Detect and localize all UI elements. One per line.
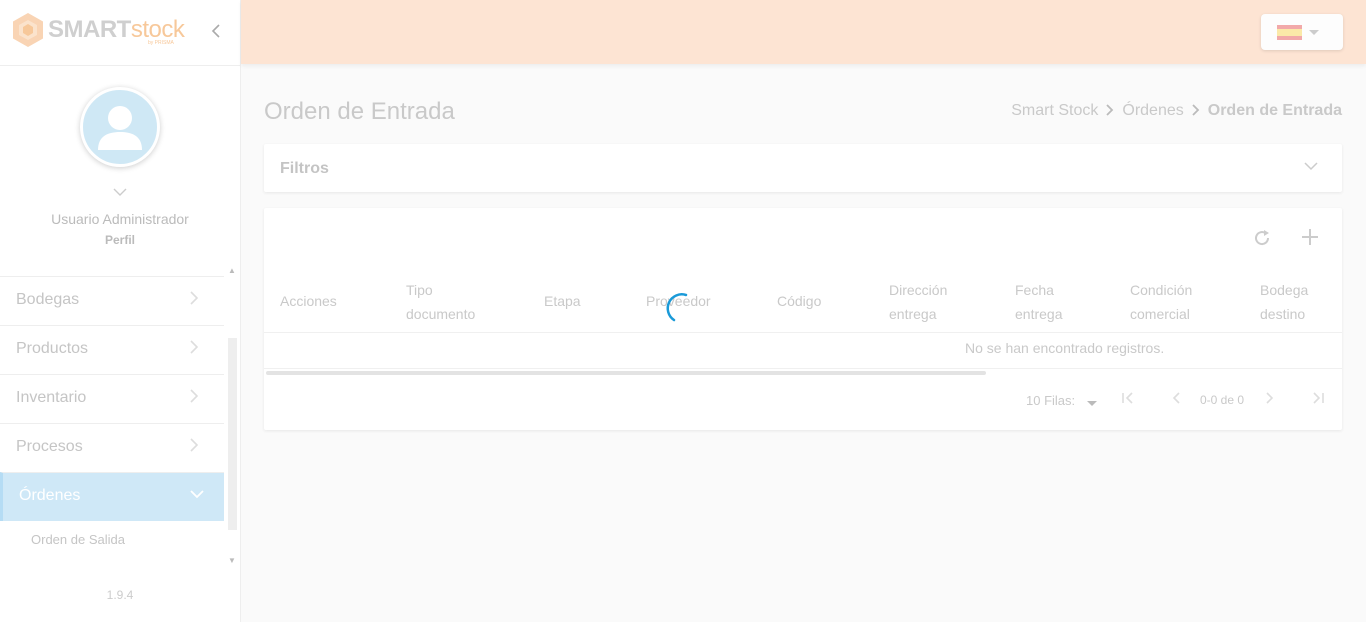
user-profile-link[interactable]: Perfil [0,233,240,247]
column-header-acciones: Acciones [280,289,337,313]
column-header-text: destino [1260,306,1306,322]
sidebar-item-ordenes[interactable]: Órdenes [0,472,224,521]
sidebar-item-label: Órdenes [19,487,81,504]
column-header-direccion-entrega[interactable]: Dirección entrega [889,278,947,326]
refresh-button[interactable] [1250,228,1274,252]
column-header-tipo-documento[interactable]: Tipo documento [406,278,475,326]
previous-page-button[interactable] [1166,391,1186,411]
chevron-right-icon [1266,392,1274,404]
column-header-codigo[interactable]: Código [777,289,821,313]
header-divider [264,332,1342,333]
chevron-left-icon [1172,392,1180,404]
sidebar-item-productos[interactable]: Productos [0,325,224,374]
add-button[interactable] [1298,228,1322,252]
user-profile: Usuario Administrador Perfil [0,66,240,274]
column-header-text: Fecha [1015,282,1054,298]
loading-spinner-icon [666,293,688,322]
sidebar-item-procesos[interactable]: Procesos [0,423,224,472]
filters-label: Filtros [280,160,329,177]
profile-menu-toggle[interactable] [111,184,129,202]
plus-icon [1302,229,1318,245]
chevron-right-icon [186,389,202,409]
logo-hex-icon [13,13,43,47]
submenu-item-orden-de-salida[interactable]: Orden de Salida [0,521,224,561]
last-page-icon [1313,392,1324,404]
user-icon [98,106,142,150]
breadcrumb-item[interactable]: Smart Stock [1011,102,1098,120]
chevron-down-icon [113,188,127,196]
refresh-icon [1255,230,1270,246]
next-page-button[interactable] [1260,391,1280,411]
breadcrumb-current: Orden de Entrada [1207,102,1342,119]
page-title: Orden de Entrada [264,98,455,125]
chevron-down-icon [189,487,205,507]
chevron-right-icon [186,438,202,458]
logo-stock: stock [130,16,185,43]
sidebar-item-label: Productos [16,340,89,357]
column-header-text: Etapa [544,293,581,309]
column-header-bodega-destino[interactable]: Bodega destino [1260,278,1308,326]
column-header-text: Bodega [1260,282,1309,298]
sidebar-item-label: Procesos [16,438,83,455]
scroll-thumb[interactable] [228,338,237,530]
logo-bar: SMARTstock by PRISMA [0,0,240,66]
column-header-condicion-comercial[interactable]: Condición comercial [1130,278,1192,326]
horizontal-scrollbar[interactable] [266,371,986,375]
app-version: 1.9.4 [106,588,134,602]
sidebar-scrollbar[interactable]: ▲ ▼ [226,266,238,568]
column-header-fecha-entrega[interactable]: Fecha entrega [1015,278,1062,326]
breadcrumb: Smart Stock Órdenes Orden de Entrada [1011,102,1342,120]
breadcrumb-item[interactable]: Órdenes [1122,102,1183,120]
chevron-right-icon [186,291,202,311]
column-header-text: Acciones [280,293,337,309]
top-header [241,0,1366,64]
logo-smart: SMART [48,16,131,43]
column-header-text: Tipo [406,282,433,298]
spain-flag-icon [1277,25,1302,40]
last-page-button[interactable] [1308,391,1328,411]
column-header-text: comercial [1130,306,1190,322]
rows-per-page-label: 10 Filas: [1026,393,1076,408]
sidebar: SMARTstock by PRISMA Usuario Administrad… [0,0,241,622]
filters-panel[interactable]: Filtros [264,144,1342,192]
chevron-right-icon [1192,103,1200,119]
scroll-down-arrow-icon[interactable]: ▼ [228,556,236,565]
column-header-text: Condición [1130,282,1193,298]
avatar[interactable] [80,87,160,167]
collapse-sidebar-button[interactable] [208,22,224,42]
chevron-right-icon [1106,103,1114,119]
pagination-range: 0-0 de 0 [1200,393,1245,407]
chevron-left-icon [211,24,220,38]
first-page-icon [1122,392,1133,404]
user-name: Usuario Administrador [51,211,189,227]
sidebar-menu: Bodegas Productos Inventario Procesos Ór… [0,276,224,566]
column-header-text: Código [777,293,822,309]
sidebar-item-label: Inventario [16,389,87,406]
chevron-down-icon [1304,158,1318,176]
column-header-text: documento [406,306,476,322]
row-divider [264,368,1342,369]
sidebar-item-bodegas[interactable]: Bodegas [0,276,224,325]
logo-subtitle: by PRISMA [148,40,174,46]
scroll-up-arrow-icon[interactable]: ▲ [228,266,236,275]
sidebar-item-inventario[interactable]: Inventario [0,374,224,423]
column-header-text: entrega [889,306,937,322]
column-header-text: entrega [1015,306,1063,322]
sidebar-item-label: Bodegas [16,291,80,308]
column-header-etapa[interactable]: Etapa [544,289,581,313]
column-header-text: Dirección [889,282,948,298]
rows-per-page-select[interactable] [1087,401,1097,406]
chevron-right-icon [186,340,202,360]
empty-message: No se han encontrado registros. [965,340,1165,356]
data-table: Acciones Tipo documento Etapa Proveedor C… [264,208,1342,430]
submenu-item-label: Orden de Salida [31,532,125,547]
caret-down-icon [1309,30,1319,35]
language-selector[interactable] [1261,14,1343,50]
first-page-button[interactable] [1118,391,1138,411]
